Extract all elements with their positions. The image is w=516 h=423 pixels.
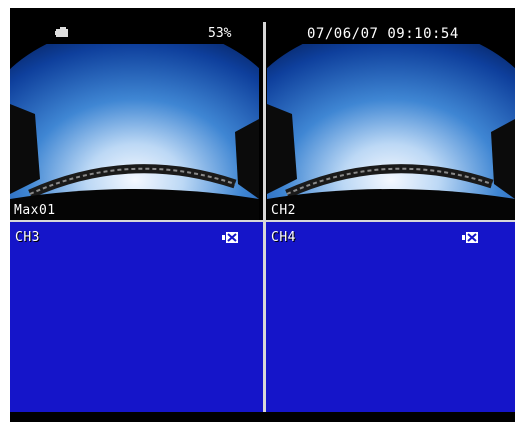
channel-label: CH2 [271, 203, 296, 218]
video-loss-icon [222, 232, 238, 243]
channel-label: CH4 [271, 230, 296, 245]
horizontal-divider [10, 220, 515, 222]
vertical-divider [263, 22, 266, 414]
channel-view-1[interactable]: Max01 [10, 44, 259, 221]
camera-feed-image [10, 44, 259, 221]
channel-view-2[interactable]: CH2 [267, 44, 515, 221]
channel-view-4[interactable]: CH4 [266, 222, 515, 412]
hdd-icon [55, 27, 68, 37]
camera-feed-image [267, 44, 515, 221]
channel-view-3[interactable]: CH3 [10, 222, 263, 412]
dvr-monitor-screen: 53% 07/06/07 09:10:54 Max01 CH2 CH3 CH4 [10, 8, 515, 422]
date-time-display: 07/06/07 09:10:54 [307, 26, 459, 42]
video-loss-icon [462, 232, 478, 243]
channel-label: CH3 [15, 230, 40, 245]
bottom-bar [10, 412, 515, 422]
channel-label: Max01 [14, 203, 56, 218]
battery-percentage: 53% [208, 26, 232, 41]
